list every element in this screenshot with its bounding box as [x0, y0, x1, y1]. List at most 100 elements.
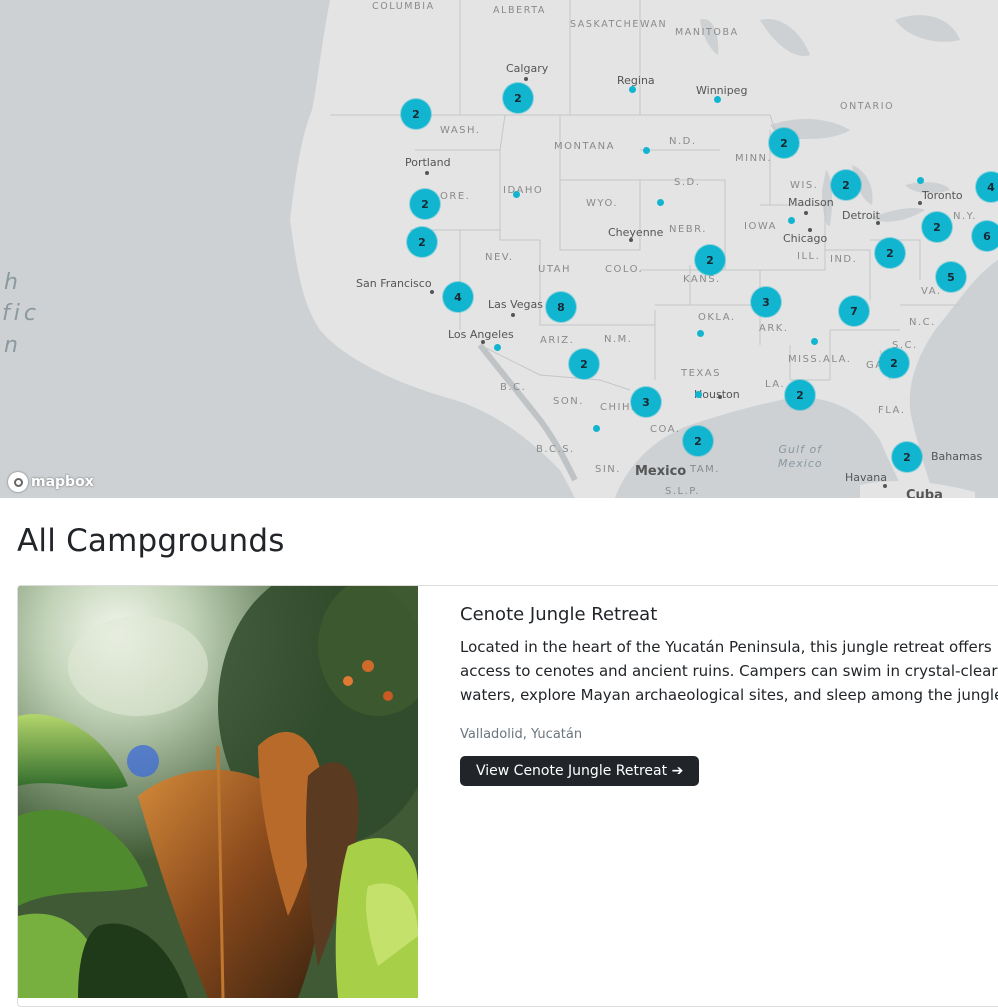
- campground-map[interactable]: COLUMBIA ALBERTA SASKATCHEWAN MANITOBA O…: [0, 0, 998, 498]
- map-cluster[interactable]: 2: [922, 212, 952, 242]
- map-label-saskatchewan: SASKATCHEWAN: [570, 19, 668, 30]
- map-cluster[interactable]: 4: [976, 172, 998, 202]
- map-cluster[interactable]: 2: [831, 170, 861, 200]
- map-cluster[interactable]: 2: [410, 189, 440, 219]
- map-label-ocean-3: n: [4, 333, 22, 358]
- page-title: All Campgrounds: [17, 523, 285, 559]
- campground-pin[interactable]: [642, 146, 650, 154]
- map-cluster[interactable]: 2: [892, 442, 922, 472]
- map-label-ala: ALA.: [823, 354, 852, 365]
- map-label-miss: MISS.: [788, 354, 823, 365]
- map-label-minn: MINN.: [735, 153, 773, 164]
- map-label-ontario: ONTARIO: [840, 101, 895, 112]
- map-label-bahamas: Bahamas: [931, 450, 983, 463]
- campground-pin[interactable]: [916, 176, 924, 184]
- map-basemap: [0, 0, 998, 498]
- city-dot: [804, 211, 808, 215]
- map-cluster[interactable]: 2: [879, 348, 909, 378]
- map-label-ark: ARK.: [759, 323, 789, 334]
- map-label-ind: IND.: [830, 254, 858, 265]
- mapbox-logo[interactable]: mapbox: [8, 471, 94, 493]
- map-label-detroit: Detroit: [842, 209, 880, 222]
- map-label-texas: TEXAS: [681, 368, 721, 379]
- map-cluster[interactable]: 2: [503, 83, 533, 113]
- campground-pin[interactable]: [694, 390, 702, 398]
- map-label-ocean-1: h: [4, 270, 22, 295]
- map-cluster[interactable]: 2: [785, 380, 815, 410]
- map-cluster[interactable]: 5: [936, 262, 966, 292]
- campground-pin[interactable]: [656, 198, 664, 206]
- map-label-manitoba: MANITOBA: [675, 27, 739, 38]
- map-cluster[interactable]: 2: [407, 227, 437, 257]
- campground-pin[interactable]: [512, 190, 520, 198]
- campground-pin[interactable]: [787, 216, 795, 224]
- map-cluster[interactable]: 2: [875, 238, 905, 268]
- campground-card: Cenote Jungle Retreat Located in the hea…: [17, 585, 998, 1007]
- map-cluster[interactable]: 2: [401, 99, 431, 129]
- map-label-las-vegas: Las Vegas: [488, 298, 543, 311]
- map-label-fla: FLA.: [878, 405, 906, 416]
- mapbox-wordmark: mapbox: [31, 474, 94, 490]
- campground-pin[interactable]: [713, 95, 721, 103]
- map-cluster[interactable]: 3: [631, 387, 661, 417]
- map-label-havana: Havana: [845, 471, 887, 484]
- map-cluster[interactable]: 8: [546, 292, 576, 322]
- map-label-kans: KANS.: [683, 274, 721, 285]
- map-label-iowa: IOWA: [744, 221, 778, 232]
- map-cluster[interactable]: 3: [751, 287, 781, 317]
- map-cluster[interactable]: 7: [839, 296, 869, 326]
- map-label-coa: COA.: [650, 424, 681, 435]
- map-label-wis: WIS.: [790, 180, 819, 191]
- map-label-nc: N.C.: [909, 317, 936, 328]
- city-dot: [511, 313, 515, 317]
- campground-location: Valladolid, Yucatán: [460, 727, 583, 742]
- map-label-cuba: Cuba: [906, 488, 943, 498]
- campground-pin[interactable]: [628, 85, 636, 93]
- arrow-right-icon: ➔: [671, 763, 684, 779]
- map-cluster[interactable]: 2: [683, 426, 713, 456]
- mapbox-icon: [8, 472, 28, 492]
- map-cluster[interactable]: 6: [972, 221, 998, 251]
- campground-pin[interactable]: [592, 424, 600, 432]
- map-label-tam: TAM.: [690, 464, 720, 475]
- campground-pin[interactable]: [493, 343, 501, 351]
- map-label-regina: Regina: [617, 74, 655, 87]
- map-label-calgary: Calgary: [506, 62, 549, 75]
- map-label-toronto: Toronto: [922, 189, 963, 202]
- map-label-columbia: COLUMBIA: [372, 1, 435, 12]
- campground-pin[interactable]: [810, 337, 818, 345]
- map-label-cheyenne: Cheyenne: [608, 226, 664, 239]
- view-campground-button[interactable]: View Cenote Jungle Retreat ➔: [460, 756, 700, 786]
- map-label-gulf-of-mexico: Gulf of Mexico: [778, 443, 823, 471]
- campground-description: Located in the heart of the Yucatán Peni…: [460, 638, 998, 704]
- map-label-montana: MONTANA: [554, 141, 615, 152]
- map-cluster[interactable]: 4: [443, 282, 473, 312]
- campground-pin[interactable]: [696, 329, 704, 337]
- map-label-bcs: B.C.S.: [536, 444, 575, 455]
- map-label-ill: ILL.: [797, 251, 821, 262]
- campground-card-body: Cenote Jungle Retreat Located in the hea…: [460, 604, 998, 786]
- map-label-nebr: NEBR.: [669, 224, 707, 235]
- city-dot: [430, 290, 434, 294]
- map-label-slp: S.L.P.: [665, 486, 700, 497]
- city-dot: [425, 171, 429, 175]
- map-label-va: VA.: [921, 286, 942, 297]
- map-label-sin: SIN.: [595, 464, 621, 475]
- map-label-nev: NEV.: [485, 252, 514, 263]
- map-label-nm: N.M.: [604, 334, 633, 345]
- map-label-chih: CHIH.: [600, 402, 636, 413]
- city-dot: [524, 77, 528, 81]
- map-label-madison: Madison: [788, 196, 834, 209]
- map-label-ariz: ARIZ.: [540, 335, 575, 346]
- map-label-utah: UTAH: [538, 264, 572, 275]
- map-cluster[interactable]: 2: [569, 349, 599, 379]
- map-label-winnipeg: Winnipeg: [696, 84, 748, 97]
- map-cluster[interactable]: 2: [769, 128, 799, 158]
- map-label-idaho: IDAHO: [503, 185, 544, 196]
- map-label-sd: S.D.: [674, 177, 701, 188]
- map-label-san-francisco: San Francisco: [356, 277, 432, 290]
- map-label-portland: Portland: [405, 156, 451, 169]
- map-label-okla: OKLA.: [698, 312, 736, 323]
- map-label-alberta: ALBERTA: [493, 5, 546, 16]
- map-cluster[interactable]: 2: [695, 245, 725, 275]
